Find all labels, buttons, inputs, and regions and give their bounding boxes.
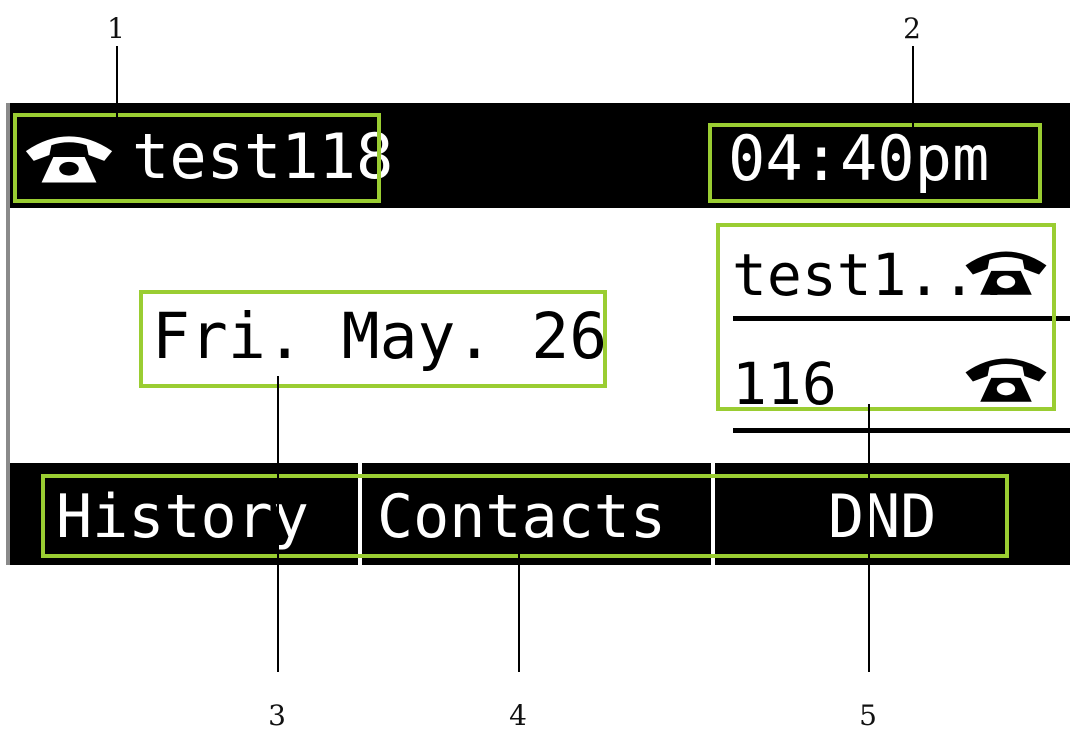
highlight-account — [13, 113, 381, 203]
line-separator — [733, 428, 1070, 433]
callout-number-5: 5 — [859, 699, 877, 732]
highlight-line-keys — [716, 223, 1056, 411]
highlight-date — [139, 290, 607, 388]
callout-number-4: 4 — [509, 699, 527, 732]
leader-line-1 — [116, 46, 118, 118]
leader-line-2 — [912, 46, 914, 128]
leader-line-4 — [518, 545, 520, 672]
highlight-time — [708, 123, 1042, 203]
leader-line-3 — [277, 376, 279, 672]
callout-number-3: 3 — [268, 699, 286, 732]
highlight-softkeys — [41, 474, 1009, 558]
callout-number-2: 2 — [903, 12, 921, 45]
leader-line-5 — [868, 404, 870, 672]
callout-number-1: 1 — [107, 12, 125, 45]
